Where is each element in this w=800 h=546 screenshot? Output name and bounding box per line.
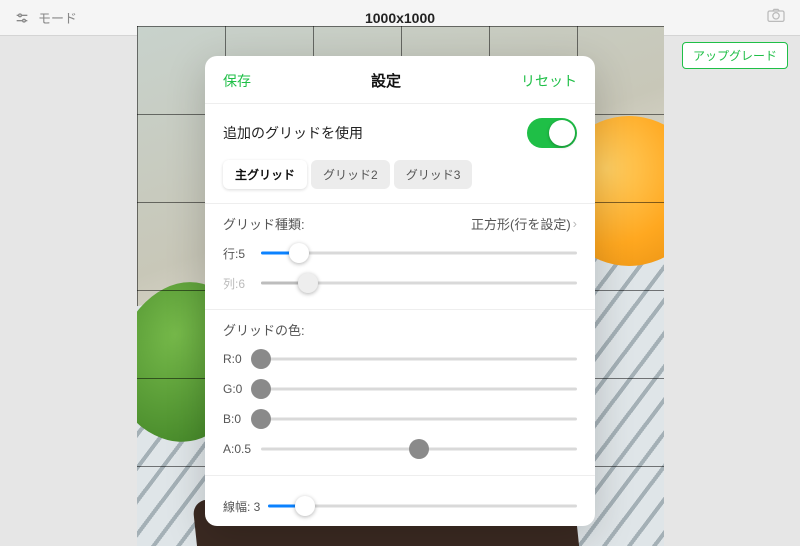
modal-body: 追加のグリッドを使用 主グリッド グリッド2 グリッド3 グリッド種類: 正方形…: [205, 103, 595, 526]
camera-button[interactable]: [766, 7, 786, 28]
app-root: モード 1000x1000 アップグレード 保存 設定 リセット 追加のグリッド…: [0, 0, 800, 546]
r-label: R:: [223, 352, 235, 366]
width-slider-row: 線幅: 3: [223, 496, 577, 516]
grid-tabs: 主グリッド グリッド2 グリッド3: [223, 160, 577, 189]
grid-type-row[interactable]: グリッド種類: 正方形(行を設定)›: [223, 214, 577, 233]
g-label: G:: [223, 382, 236, 396]
tab-grid-2[interactable]: グリッド2: [311, 160, 390, 189]
r-slider[interactable]: [261, 349, 577, 369]
grid-color-section: グリッドの色: R:0 G:0 B:0 A:0.5: [205, 309, 595, 475]
toggle-knob: [549, 120, 575, 146]
rows-value: 5: [238, 247, 245, 261]
a-slider-row: A:0.5: [223, 439, 577, 459]
grid-color-label: グリッドの色:: [223, 320, 577, 339]
save-button[interactable]: 保存: [223, 71, 251, 91]
width-label: 線幅:: [223, 500, 254, 514]
additional-grid-label: 追加のグリッドを使用: [223, 123, 363, 143]
grid-type-section: グリッド種類: 正方形(行を設定)› 行:5 列:6: [205, 203, 595, 309]
b-slider-row: B:0: [223, 409, 577, 429]
mode-label: モード: [38, 8, 77, 27]
modal-header: 保存 設定 リセット: [205, 56, 595, 103]
b-value: 0: [234, 412, 241, 426]
cols-slider-row: 列:6: [223, 273, 577, 293]
page-title: 1000x1000: [365, 10, 435, 26]
upgrade-button[interactable]: アップグレード: [682, 42, 788, 69]
rows-slider[interactable]: [261, 243, 577, 263]
rows-slider-row: 行:5: [223, 243, 577, 263]
cols-label: 列:: [223, 277, 238, 291]
reset-button[interactable]: リセット: [521, 71, 577, 91]
grid-type-value: 正方形(行を設定): [471, 214, 571, 233]
chevron-right-icon: ›: [573, 216, 577, 231]
settings-modal: 保存 設定 リセット 追加のグリッドを使用 主グリッド グリッド2 グリッド3 …: [205, 56, 595, 526]
modal-title: 設定: [371, 70, 401, 91]
a-slider[interactable]: [261, 439, 577, 459]
g-slider-row: G:0: [223, 379, 577, 399]
b-label: B:: [223, 412, 234, 426]
r-value: 0: [235, 352, 242, 366]
additional-grid-toggle[interactable]: [527, 118, 577, 148]
sliders-icon: [14, 10, 30, 26]
toggle-section: 追加のグリッドを使用 主グリッド グリッド2 グリッド3: [205, 103, 595, 203]
mode-button[interactable]: モード: [14, 8, 77, 27]
g-slider[interactable]: [261, 379, 577, 399]
a-value: 0.5: [234, 442, 251, 456]
rows-label: 行:: [223, 247, 238, 261]
camera-icon: [766, 7, 786, 23]
b-slider[interactable]: [261, 409, 577, 429]
tab-main-grid[interactable]: 主グリッド: [223, 160, 307, 189]
a-label: A:: [223, 442, 234, 456]
width-value: 3: [254, 500, 261, 514]
g-value: 0: [236, 382, 243, 396]
cols-slider: [261, 273, 577, 293]
grid-type-label: グリッド種類:: [223, 214, 305, 233]
cols-value: 6: [238, 277, 245, 291]
line-width-section: 線幅: 3: [205, 475, 595, 526]
r-slider-row: R:0: [223, 349, 577, 369]
tab-grid-3[interactable]: グリッド3: [394, 160, 473, 189]
width-slider[interactable]: [268, 496, 577, 516]
